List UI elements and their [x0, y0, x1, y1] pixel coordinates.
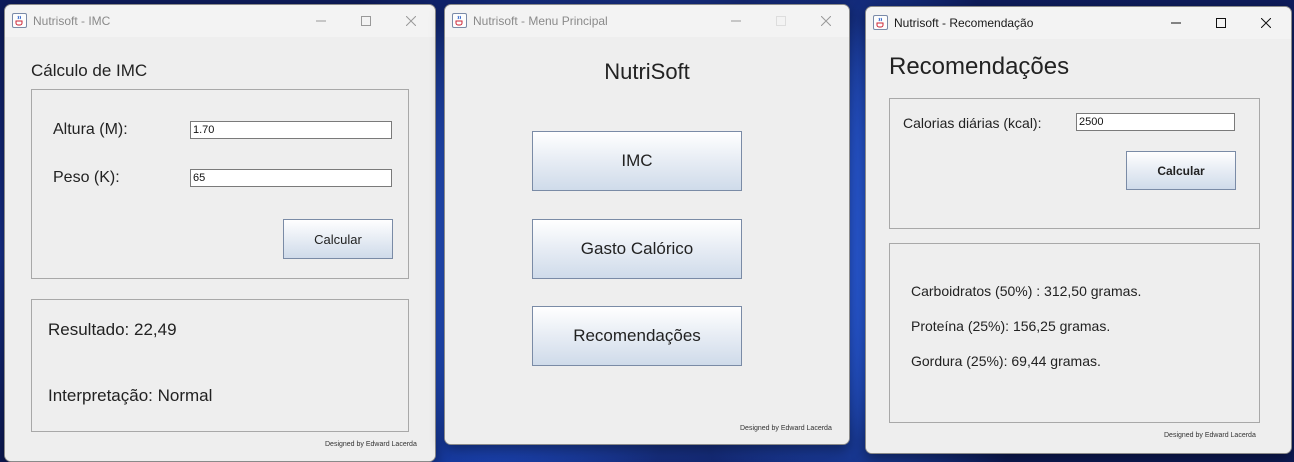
recomendacoes-button[interactable]: Recomendações: [532, 306, 742, 366]
java-cup-icon: [12, 13, 27, 28]
window-title: Nutrisoft - Recomendação: [894, 16, 1034, 30]
calories-label: Calorias diárias (kcal):: [903, 115, 1042, 131]
close-icon: [1261, 18, 1271, 28]
close-icon: [406, 16, 416, 26]
minimize-button[interactable]: [1153, 7, 1199, 39]
designer-credit: Designed by Edward Lacerda: [325, 441, 417, 448]
designer-credit: Designed by Edward Lacerda: [740, 425, 832, 432]
menu-content: NutriSoft IMC Gasto Calórico Recomendaçõ…: [445, 37, 849, 444]
imc-content: Cálculo de IMC Altura (M): Peso (K): Cal…: [5, 37, 435, 461]
close-icon: [821, 16, 831, 26]
page-title: Recomendações: [889, 53, 1070, 80]
window-title: Nutrisoft - IMC: [33, 14, 111, 28]
fat-text: Gordura (25%): 69,44 gramas.: [911, 353, 1101, 369]
calculate-button[interactable]: Calcular: [1126, 151, 1236, 190]
carbs-text: Carboidratos (50%) : 312,50 gramas.: [911, 283, 1142, 299]
java-cup-icon: [873, 15, 888, 30]
designer-credit: Designed by Edward Lacerda: [1164, 432, 1256, 439]
window-title: Nutrisoft - Menu Principal: [473, 14, 608, 28]
result-text: Resultado: 22,49: [48, 320, 177, 339]
recomendacao-window[interactable]: Nutrisoft - Recomendação Recomendações C…: [865, 6, 1292, 454]
menu-window[interactable]: Nutrisoft - Menu Principal NutriSoft IMC…: [444, 4, 850, 445]
imc-titlebar[interactable]: Nutrisoft - IMC: [5, 5, 435, 37]
maximize-button: [758, 5, 804, 37]
minimize-icon: [731, 20, 741, 22]
input-panel: Altura (M): Peso (K): Calcular: [31, 89, 409, 279]
imc-button[interactable]: IMC: [532, 131, 742, 191]
app-title: NutriSoft: [604, 59, 690, 84]
minimize-button[interactable]: [713, 5, 759, 37]
input-panel: Calorias diárias (kcal): Calcular: [889, 98, 1260, 229]
java-cup-icon: [452, 13, 467, 28]
result-panel: Resultado: 22,49 Interpretação: Normal: [31, 299, 409, 432]
maximize-icon: [776, 16, 786, 26]
result-panel: Carboidratos (50%) : 312,50 gramas. Prot…: [889, 243, 1260, 423]
close-button[interactable]: [388, 5, 434, 37]
minimize-icon: [316, 20, 326, 22]
recomendacao-content: Recomendações Calorias diárias (kcal): C…: [866, 39, 1291, 453]
maximize-button[interactable]: [1198, 7, 1244, 39]
interpretation-text: Interpretação: Normal: [48, 386, 213, 405]
imc-window[interactable]: Nutrisoft - IMC Cálculo de IMC Altura (M…: [4, 4, 436, 462]
calories-field[interactable]: [1076, 113, 1235, 131]
height-label: Altura (M):: [53, 121, 128, 138]
close-button[interactable]: [1243, 7, 1289, 39]
weight-label: Peso (K):: [53, 169, 120, 186]
maximize-icon: [1216, 18, 1226, 28]
calculate-button[interactable]: Calcular: [283, 219, 393, 259]
gasto-calorico-button[interactable]: Gasto Calórico: [532, 219, 742, 279]
weight-field[interactable]: [190, 169, 392, 187]
page-title: Cálculo de IMC: [31, 61, 148, 80]
recomendacao-titlebar[interactable]: Nutrisoft - Recomendação: [866, 7, 1291, 39]
close-button[interactable]: [803, 5, 849, 37]
maximize-icon: [361, 16, 371, 26]
maximize-button[interactable]: [343, 5, 389, 37]
minimize-icon: [1171, 22, 1181, 24]
height-field[interactable]: [190, 121, 392, 139]
protein-text: Proteína (25%): 156,25 gramas.: [911, 318, 1111, 334]
minimize-button[interactable]: [298, 5, 344, 37]
menu-titlebar[interactable]: Nutrisoft - Menu Principal: [445, 5, 849, 37]
